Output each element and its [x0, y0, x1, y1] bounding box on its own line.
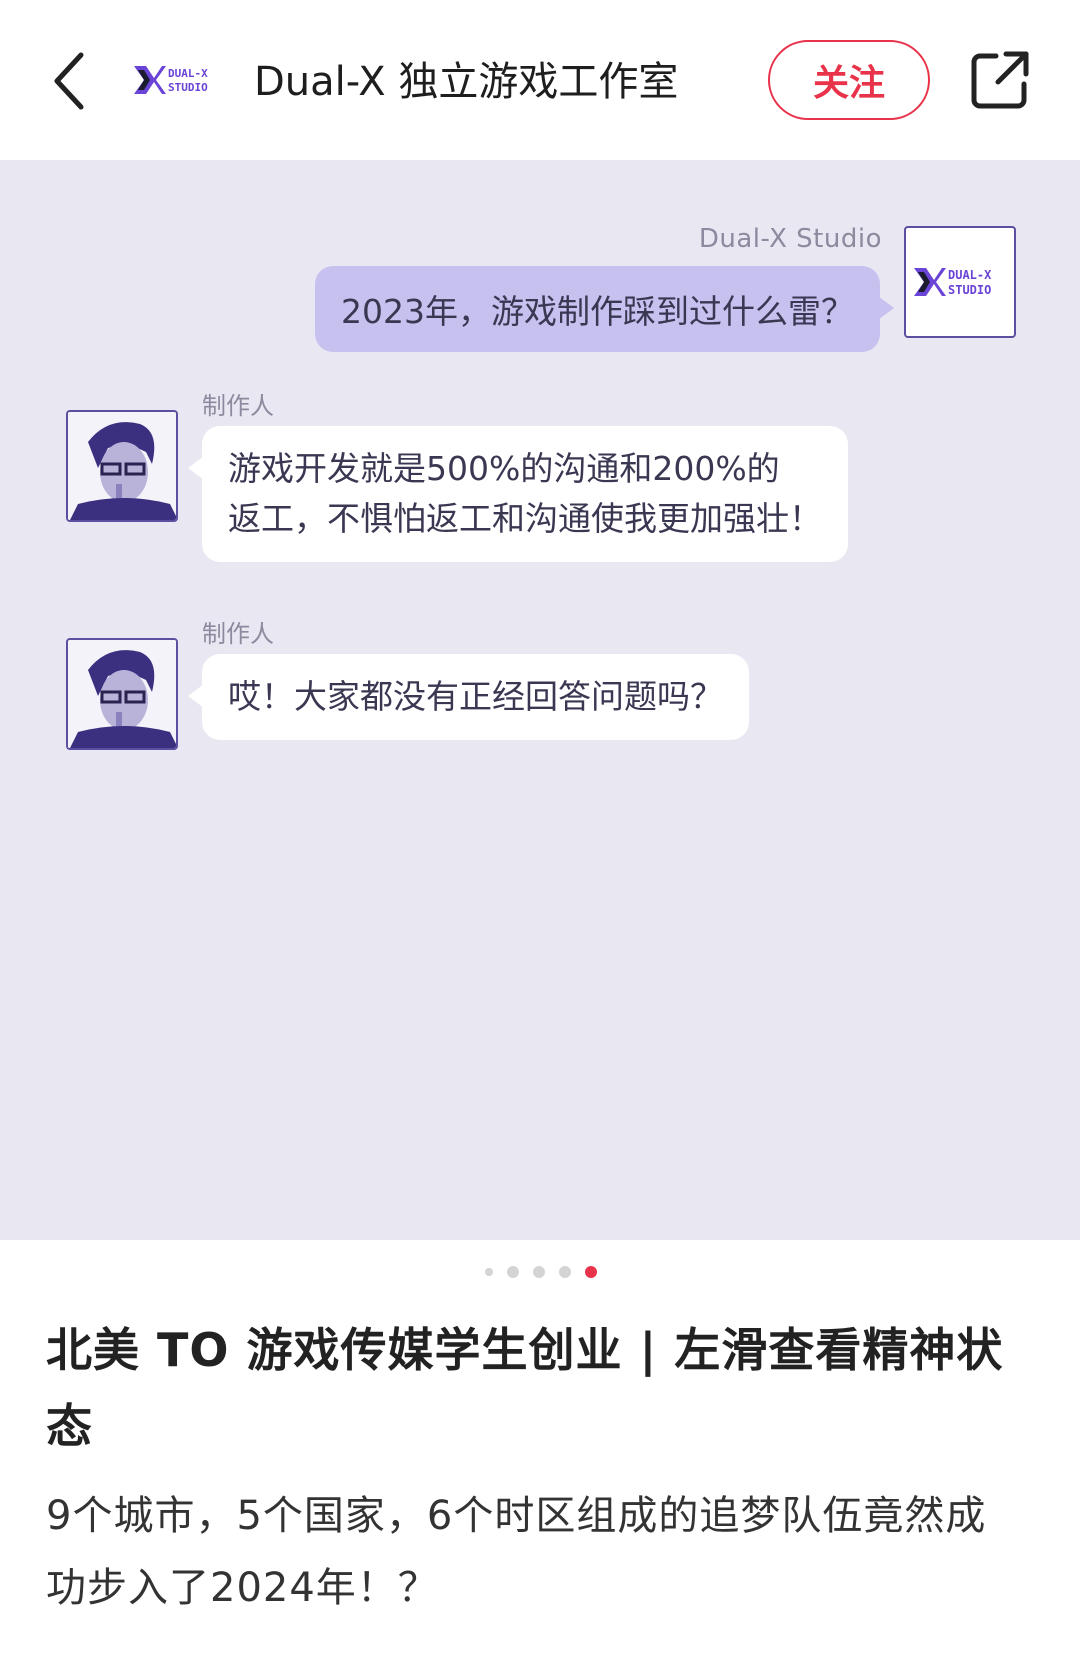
back-button[interactable] [44, 48, 94, 114]
sender-name: 制作人 [202, 620, 274, 648]
account-name[interactable]: Dual-X 独立游戏工作室 [254, 54, 678, 110]
message-bubble: 游戏开发就是500%的沟通和200%的 返工，不惧怕返工和沟通使我更加强壮！ [188, 426, 848, 562]
message-line: 游戏开发就是500%的沟通和200%的 [228, 449, 780, 488]
message-bubble: 哎！大家都没有正经回答问题吗？ [188, 654, 749, 740]
producer-avatar [66, 410, 178, 522]
message-line: 哎！大家都没有正经回答问题吗？ [228, 677, 723, 716]
studio-avatar: DUAL-X STUDIO [904, 226, 1016, 338]
share-button[interactable] [968, 48, 1032, 112]
svg-text:DUAL-X: DUAL-X [948, 268, 992, 282]
studio-name-label: Dual-X Studio [698, 224, 882, 254]
svg-text:DUAL-X: DUAL-X [168, 67, 208, 80]
pagination-dot-active[interactable] [585, 1266, 597, 1278]
message-line: 返工，不惧怕返工和沟通使我更加强壮！ [228, 499, 822, 538]
post-title: 北美 TO 游戏传媒学生创业 | 左滑查看精神状态 [46, 1323, 1004, 1453]
top-bar: DUAL-X STUDIO Dual-X 独立游戏工作室 关注 [0, 0, 1080, 160]
pagination-dot[interactable] [485, 1268, 493, 1276]
studio-logo[interactable]: DUAL-X STUDIO [132, 60, 222, 100]
producer-avatar [66, 638, 178, 750]
carousel-slide[interactable]: Dual-X Studio 2023年，游戏制作踩到过什么雷？ DUAL-X S… [0, 160, 1080, 1240]
share-icon [971, 51, 1029, 109]
pagination-dot[interactable] [533, 1266, 545, 1278]
chevron-left-icon [54, 52, 84, 110]
svg-text:STUDIO: STUDIO [948, 283, 991, 297]
pagination-dot[interactable] [507, 1266, 519, 1278]
pagination-dot[interactable] [559, 1266, 571, 1278]
post-body: 9个城市，5个国家，6个时区组成的追梦队伍竟然成功步入了2024年！？ [46, 1493, 987, 1611]
follow-button[interactable]: 关注 [768, 40, 930, 120]
carousel-pagination [0, 1266, 1080, 1278]
sender-name: 制作人 [202, 392, 274, 420]
svg-text:STUDIO: STUDIO [168, 81, 208, 94]
question-bubble: 2023年，游戏制作踩到过什么雷？ [315, 266, 894, 352]
